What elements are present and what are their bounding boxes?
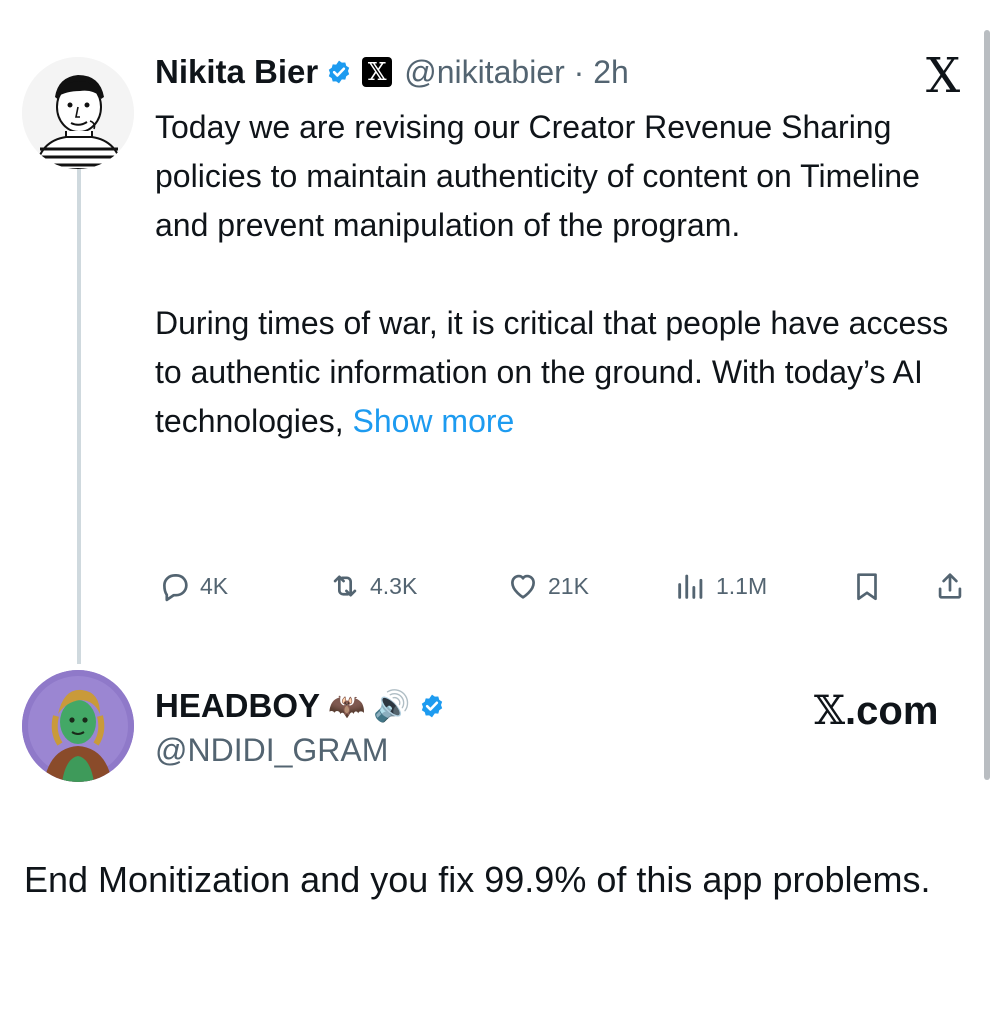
repost-button[interactable]: 4.3K (328, 566, 417, 606)
x-com-source-label: 𝕏.com (814, 688, 938, 734)
repost-count: 4.3K (370, 572, 418, 599)
like-count: 21K (548, 572, 589, 599)
handle-and-timestamp[interactable]: @nikitabier · 2h (404, 54, 629, 91)
cartoon-character-avatar-icon (22, 670, 134, 782)
cartoon-portrait-icon (22, 57, 134, 169)
views-chart-icon (678, 574, 703, 599)
show-more-link[interactable]: Show more (352, 403, 514, 439)
views-count: 1.1M (716, 572, 768, 599)
avatar-nikita-bier[interactable] (22, 57, 134, 169)
x-mark: 𝕏 (814, 688, 846, 734)
avatar-headboy[interactable] (22, 670, 134, 782)
x-com-suffix: .com (845, 689, 939, 733)
verified-badge-icon (421, 694, 442, 718)
views-button[interactable]: 1.1M (674, 566, 767, 606)
tweet-paragraph-text: During times of war, it is critical that… (155, 305, 949, 439)
author-name[interactable]: Nikita Bier (155, 53, 318, 91)
reply-count: 4K (200, 572, 229, 599)
scrollbar[interactable] (984, 30, 990, 780)
bookmark-button[interactable] (850, 566, 884, 606)
share-button[interactable] (933, 566, 967, 606)
tweet-action-bar: 4K 4.3K 21K 1.1M (0, 566, 999, 606)
reply-author-name[interactable]: HEADBOY (155, 687, 320, 725)
speaker-emoji: 🔊 (373, 689, 411, 723)
bat-emoji: 🦇 (328, 689, 366, 723)
heart-icon (511, 574, 535, 599)
reply-header: HEADBOY 🦇 🔊 (155, 684, 445, 728)
reply-button[interactable]: 4K (158, 566, 228, 606)
reply-handle[interactable]: @NDIDI_GRAM (155, 732, 388, 769)
reply-icon (163, 574, 188, 602)
x-logo-icon: X (926, 48, 961, 104)
tweet-paragraph: Today we are revising our Creator Revenu… (155, 109, 920, 243)
repost-icon (333, 575, 357, 597)
verified-badge-icon (329, 60, 350, 84)
tweet-body: Today we are revising our Creator Revenu… (155, 103, 965, 446)
tweet-paragraph-2: During times of war, it is critical that… (155, 299, 965, 446)
bookmark-icon (857, 573, 877, 601)
tweet-header: Nikita Bier 𝕏 @nikitabier · 2h (155, 50, 629, 94)
like-button[interactable]: 21K (506, 566, 589, 606)
reply-text: End Monitization and you fix 99.9% of th… (24, 859, 931, 900)
affiliate-x-badge: 𝕏 (362, 57, 393, 87)
share-icon (938, 573, 962, 599)
